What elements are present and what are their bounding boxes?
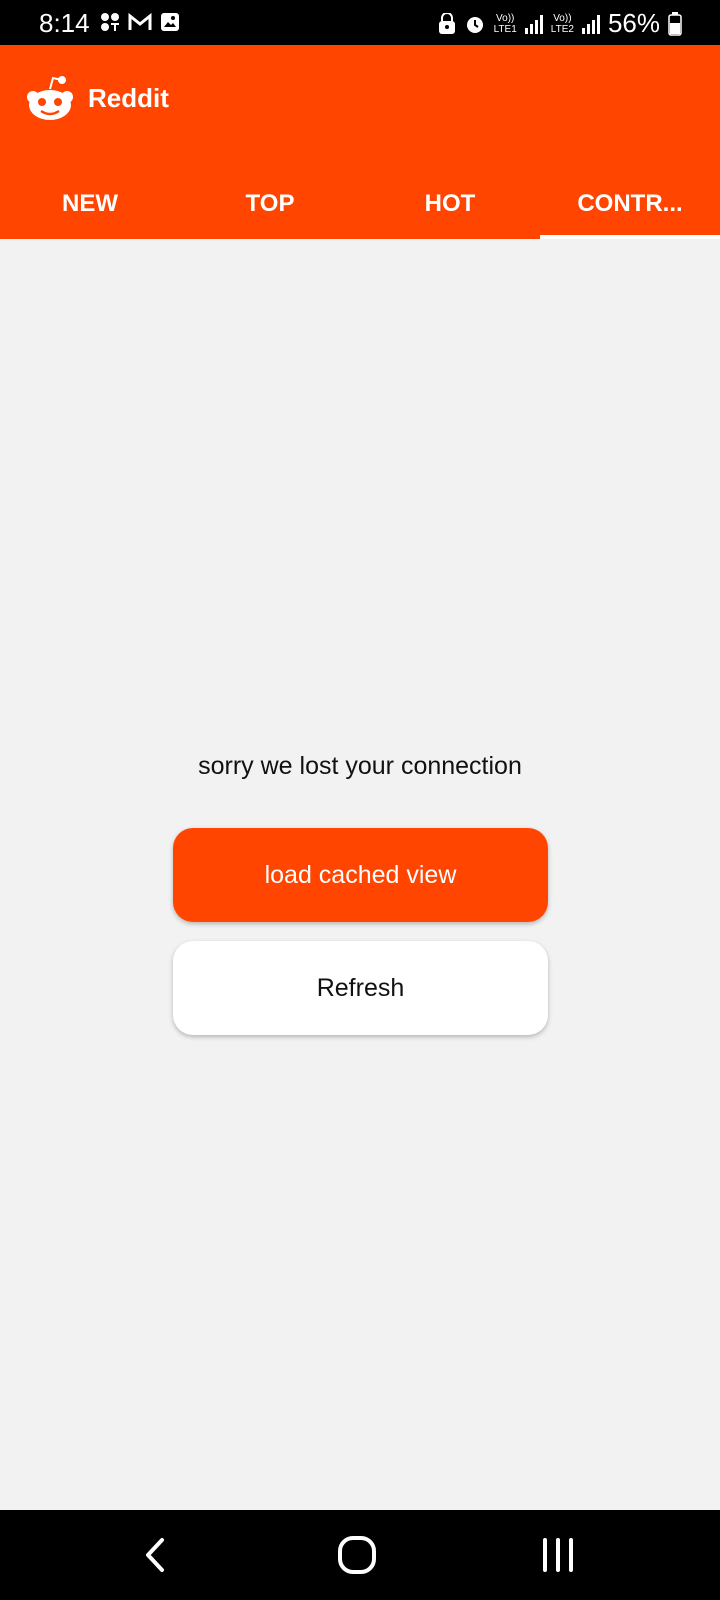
gallery-icon [161,13,179,31]
app-title: Reddit [88,83,169,113]
lock-icon [438,12,455,34]
notification-icons [100,12,180,32]
battery-percent: 56% [607,8,660,38]
alarm-icon [466,16,483,33]
tab-hot[interactable]: HOT [360,172,540,236]
network-lte1: Vo)) LTE1 [493,12,517,35]
tab-new[interactable]: NEW [0,172,180,236]
tab-controversial[interactable]: CONTR... [540,172,720,236]
signal-icon [581,14,600,34]
load-cached-view-button[interactable]: load cached view [173,828,548,922]
connection-error-message: sorry we lost your connection [198,752,522,780]
battery-icon [668,11,682,36]
home-icon[interactable] [332,1530,382,1580]
tab-top[interactable]: TOP [180,172,360,236]
status-right: Vo)) LTE1 Vo)) LTE2 56% [438,8,682,39]
signal-icon [524,14,543,34]
refresh-button[interactable]: Refresh [173,941,548,1035]
app-grid-icon [101,13,119,31]
back-icon[interactable] [130,1530,180,1580]
reddit-logo-icon [27,76,73,120]
status-time: 8:14 [39,8,90,38]
tab-bar: NEW TOP HOT CONTR... [0,172,720,236]
status-bar: 8:14 Vo)) LTE1 Vo)) LTE2 56% [0,0,720,45]
tab-selected-indicator [540,235,720,239]
network-lte2: Vo)) LTE2 [550,12,574,35]
gmail-icon [128,12,152,30]
app-bar: Reddit NEW TOP HOT CONTR... [0,45,720,239]
recents-icon[interactable] [533,1530,583,1580]
system-nav-bar [0,1510,720,1600]
